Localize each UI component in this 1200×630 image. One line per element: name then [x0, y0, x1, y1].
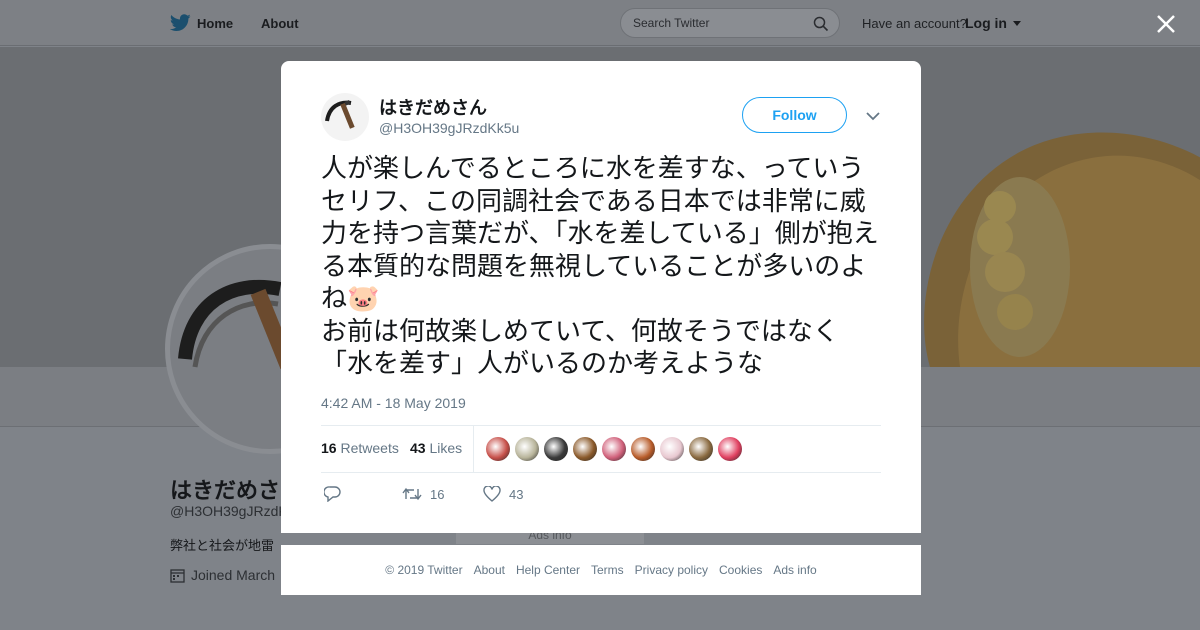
profile-joined-text: Joined March — [191, 567, 276, 583]
banner-image — [924, 132, 1200, 367]
reply-icon — [324, 486, 341, 502]
have-account-text: Have an account? — [862, 16, 967, 31]
close-icon[interactable] — [1155, 13, 1177, 35]
divider — [321, 472, 881, 473]
retweets-stat[interactable]: 16 Retweets — [321, 440, 399, 456]
liker-avatar[interactable] — [718, 437, 742, 461]
chevron-down-icon[interactable] — [866, 111, 880, 121]
login-label: Log in — [965, 15, 1007, 31]
tweet-author-handle[interactable]: @H3OH39gJRzdKk5u — [379, 120, 519, 136]
liker-avatar[interactable] — [660, 437, 684, 461]
retweet-button[interactable]: 16 — [402, 486, 444, 502]
divider — [321, 425, 881, 426]
liker-avatar[interactable] — [602, 437, 626, 461]
login-button[interactable]: Log in — [965, 15, 1021, 31]
footer-link[interactable]: Ads info — [773, 563, 816, 577]
search-placeholder: Search Twitter — [633, 16, 710, 30]
likes-stat[interactable]: 43 Likes — [410, 440, 462, 456]
divider — [473, 425, 474, 472]
likes-count: 43 — [410, 440, 426, 456]
tweet-text: 人が楽しんでるところに水を差すな、っていうセリフ、この同調社会である日本では非常… — [321, 153, 887, 381]
retweet-action-count: 16 — [430, 486, 445, 502]
liker-avatar[interactable] — [486, 437, 510, 461]
likes-label: Likes — [429, 440, 463, 456]
search-icon[interactable] — [813, 16, 829, 32]
avatar-image — [325, 100, 355, 129]
liker-avatar[interactable] — [573, 437, 597, 461]
retweets-count: 16 — [321, 440, 337, 456]
top-navigation-bar: Home About Search Twitter Have an accoun… — [0, 0, 1200, 46]
tweet-text-content: 人が楽しんでるところに水を差すな、っていうセリフ、この同調社会である日本では非常… — [321, 154, 879, 379]
nav-about-link[interactable]: About — [261, 0, 299, 46]
follow-button[interactable]: Follow — [742, 97, 847, 133]
footer-link[interactable]: © 2019 Twitter — [385, 563, 462, 577]
liker-avatars — [486, 437, 742, 461]
tweet-modal: はきだめさん @H3OH39gJRzdKk5u Follow 人が楽しんでるとこ… — [281, 61, 921, 533]
tweet-timestamp[interactable]: 4:42 AM - 18 May 2019 — [321, 395, 466, 411]
modal-footer: © 2019 Twitter About Help Center Terms Priva… — [281, 545, 921, 595]
search-input[interactable]: Search Twitter — [620, 8, 840, 38]
profile-bio: 弊社と社会が地雷 — [170, 538, 275, 553]
reply-button[interactable] — [324, 486, 341, 502]
footer-link[interactable]: Cookies — [719, 563, 762, 577]
heart-icon — [483, 486, 501, 502]
liker-avatar[interactable] — [689, 437, 713, 461]
like-button[interactable]: 43 — [483, 486, 523, 502]
retweets-label: Retweets — [340, 440, 399, 456]
nav-home-link[interactable]: Home — [197, 0, 233, 46]
calendar-icon — [170, 568, 185, 583]
liker-avatar[interactable] — [631, 437, 655, 461]
retweet-icon — [402, 487, 422, 501]
footer-link[interactable]: Help Center — [516, 563, 580, 577]
liker-avatar[interactable] — [515, 437, 539, 461]
twitter-bird-icon[interactable] — [170, 14, 191, 32]
footer-link[interactable]: About — [474, 563, 505, 577]
like-action-count: 43 — [509, 486, 524, 502]
footer-link[interactable]: Terms — [591, 563, 624, 577]
liker-avatar[interactable] — [544, 437, 568, 461]
profile-joined: Joined March — [170, 567, 275, 583]
footer-link[interactable]: Privacy policy — [635, 563, 708, 577]
chevron-down-icon — [1012, 21, 1021, 27]
tweet-author-name[interactable]: はきだめさん — [379, 94, 487, 120]
tweet-author-avatar[interactable] — [321, 93, 369, 141]
